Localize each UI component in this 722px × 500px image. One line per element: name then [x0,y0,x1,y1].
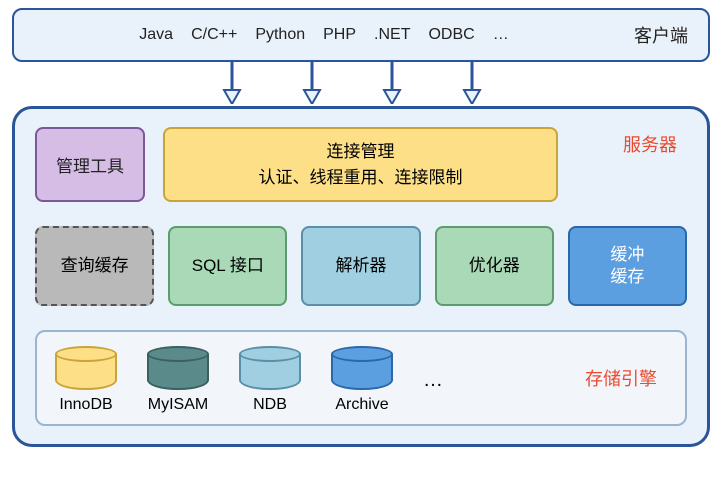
server-row-2: 查询缓存 SQL 接口 解析器 优化器 缓冲 缓存 [35,226,687,306]
client-languages: Java C/C++ Python PHP .NET ODBC … [34,26,614,44]
storage-label: 存储引擎 [585,365,657,391]
client-title: 客户端 [634,22,688,48]
lang-item: Python [255,26,305,44]
cylinder-icon [331,346,393,390]
connection-manager-box: 连接管理 认证、线程重用、连接限制 [163,127,558,202]
buffer-line1: 缓冲 [610,244,644,266]
engine-label: MyISAM [148,396,208,414]
server-layer: 服务器 管理工具 连接管理 认证、线程重用、连接限制 查询缓存 SQL 接口 解… [12,106,710,447]
lang-item: ODBC [428,26,474,44]
arrows-row [12,62,710,106]
lang-item: Java [139,26,173,44]
engines-row: InnoDB MyISAM NDB Archive … [55,346,443,414]
cylinder-icon [239,346,301,390]
engine-label: Archive [335,396,388,414]
buffer-cache-box: 缓冲 缓存 [568,226,687,306]
buffer-line2: 缓存 [610,266,644,288]
lang-item: .NET [374,26,410,44]
engine-label: InnoDB [59,396,112,414]
conn-mgr-desc: 认证、线程重用、连接限制 [259,165,463,191]
arrow-down-icon [462,60,482,104]
query-cache-box: 查询缓存 [35,226,154,306]
cylinder-icon [55,346,117,390]
lang-item: C/C++ [191,26,237,44]
optimizer-box: 优化器 [435,226,554,306]
conn-mgr-title: 连接管理 [327,139,395,165]
engine-innodb: InnoDB [55,346,117,414]
storage-layer: 存储引擎 InnoDB MyISAM NDB Archive … [35,330,687,426]
arrow-down-icon [302,60,322,104]
server-label: 服务器 [623,131,677,157]
lang-item: PHP [323,26,356,44]
client-layer: Java C/C++ Python PHP .NET ODBC … 客户端 [12,8,710,62]
server-row-1: 管理工具 连接管理 认证、线程重用、连接限制 [35,127,687,202]
engine-ellipsis: … [423,369,443,414]
engine-ndb: NDB [239,346,301,414]
engine-archive: Archive [331,346,393,414]
parser-box: 解析器 [301,226,420,306]
engine-myisam: MyISAM [147,346,209,414]
cylinder-icon [147,346,209,390]
arrow-down-icon [222,60,242,104]
engine-label: NDB [253,396,287,414]
management-tools-box: 管理工具 [35,127,145,202]
lang-ellipsis: … [493,26,509,44]
arrow-down-icon [382,60,402,104]
sql-interface-box: SQL 接口 [168,226,287,306]
